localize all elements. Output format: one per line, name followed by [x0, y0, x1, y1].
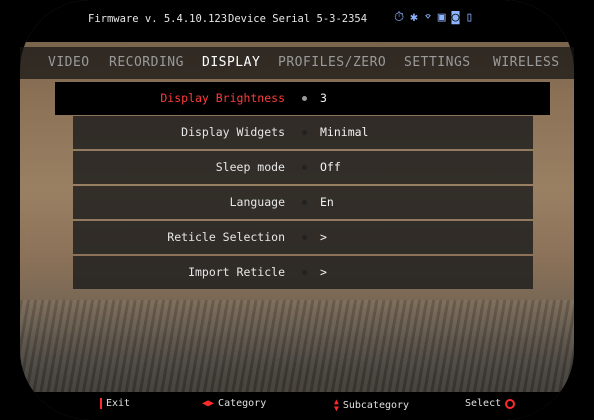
bullet-icon — [302, 270, 307, 275]
menu-item-language[interactable]: Language En — [73, 186, 533, 219]
wifi-icon: ⌔ — [423, 10, 432, 25]
bullet-icon — [302, 96, 307, 101]
menu-item-label: Display Widgets — [181, 125, 285, 139]
select-button-icon — [505, 398, 516, 409]
bullet-icon — [302, 165, 307, 170]
menu-item-display-widgets[interactable]: Display Widgets Minimal — [73, 116, 533, 149]
firmware-version: Firmware v. 5.4.10.123 — [88, 13, 228, 25]
tab-display[interactable]: DISPLAY — [202, 55, 260, 70]
menu-item-label: Import Reticle — [188, 265, 285, 279]
category-tabs: VIDEO RECORDING DISPLAY PROFILES/ZERO SE… — [20, 47, 574, 79]
bullet-icon — [302, 235, 307, 240]
select-hint: Select — [465, 398, 516, 409]
subcategory-hint: ▲ ▼ Subcategory — [334, 397, 410, 413]
left-right-arrows-icon: ◀▶ — [202, 398, 215, 409]
tab-settings[interactable]: SETTINGS — [404, 55, 471, 70]
exit-hint: Exit — [100, 398, 130, 409]
status-icons: ⏱ ✱ ⌔ ▣ ◙ ▯ — [394, 10, 473, 26]
exit-button-icon — [100, 398, 102, 409]
menu-item-display-brightness[interactable]: Display Brightness 3 — [55, 82, 550, 115]
timer-icon: ⏱ — [394, 10, 405, 25]
tab-wireless[interactable]: WIRELESS — [493, 55, 560, 70]
exit-label: Exit — [106, 398, 131, 409]
sd-card-icon: ▣ — [437, 10, 446, 25]
category-hint: ◀▶ Category — [202, 398, 266, 409]
subcategory-label: Subcategory — [342, 399, 410, 411]
up-down-arrows-icon: ▲ ▼ — [334, 397, 339, 413]
bullet-icon — [302, 200, 307, 205]
camera-icon: ◙ — [451, 10, 460, 25]
menu-item-label: Display Brightness — [160, 91, 285, 105]
menu-item-label: Sleep mode — [215, 160, 285, 174]
menu-item-import-reticle[interactable]: Import Reticle > — [73, 256, 533, 289]
menu-item-value: Off — [320, 160, 341, 174]
menu-item-value: En — [320, 195, 334, 209]
bullet-icon — [302, 130, 307, 135]
tab-video[interactable]: VIDEO — [48, 55, 90, 70]
menu-item-reticle-selection[interactable]: Reticle Selection > — [73, 221, 533, 254]
control-hints-bar: Exit ◀▶ Category ▲ ▼ Subcategory Select — [20, 392, 574, 420]
chevron-right-icon: > — [320, 265, 327, 279]
select-label: Select — [465, 398, 502, 409]
device-serial: Device Serial 5-3-2354 — [228, 13, 368, 25]
bluetooth-icon: ✱ — [410, 10, 418, 25]
battery-icon: ▯ — [465, 10, 474, 25]
chevron-right-icon: > — [320, 230, 327, 244]
menu-item-label: Reticle Selection — [167, 230, 285, 244]
tab-profiles-zero[interactable]: PROFILES/ZERO — [278, 55, 386, 70]
menu-item-value: 3 — [320, 91, 327, 105]
status-bar: Firmware v. 5.4.10.123 Device Serial 5-3… — [20, 0, 574, 42]
menu-item-sleep-mode[interactable]: Sleep mode Off — [73, 151, 533, 184]
menu-item-label: Language — [229, 195, 285, 209]
tab-recording[interactable]: RECORDING — [109, 55, 184, 70]
menu-item-value: Minimal — [320, 125, 369, 139]
category-label: Category — [218, 398, 267, 409]
